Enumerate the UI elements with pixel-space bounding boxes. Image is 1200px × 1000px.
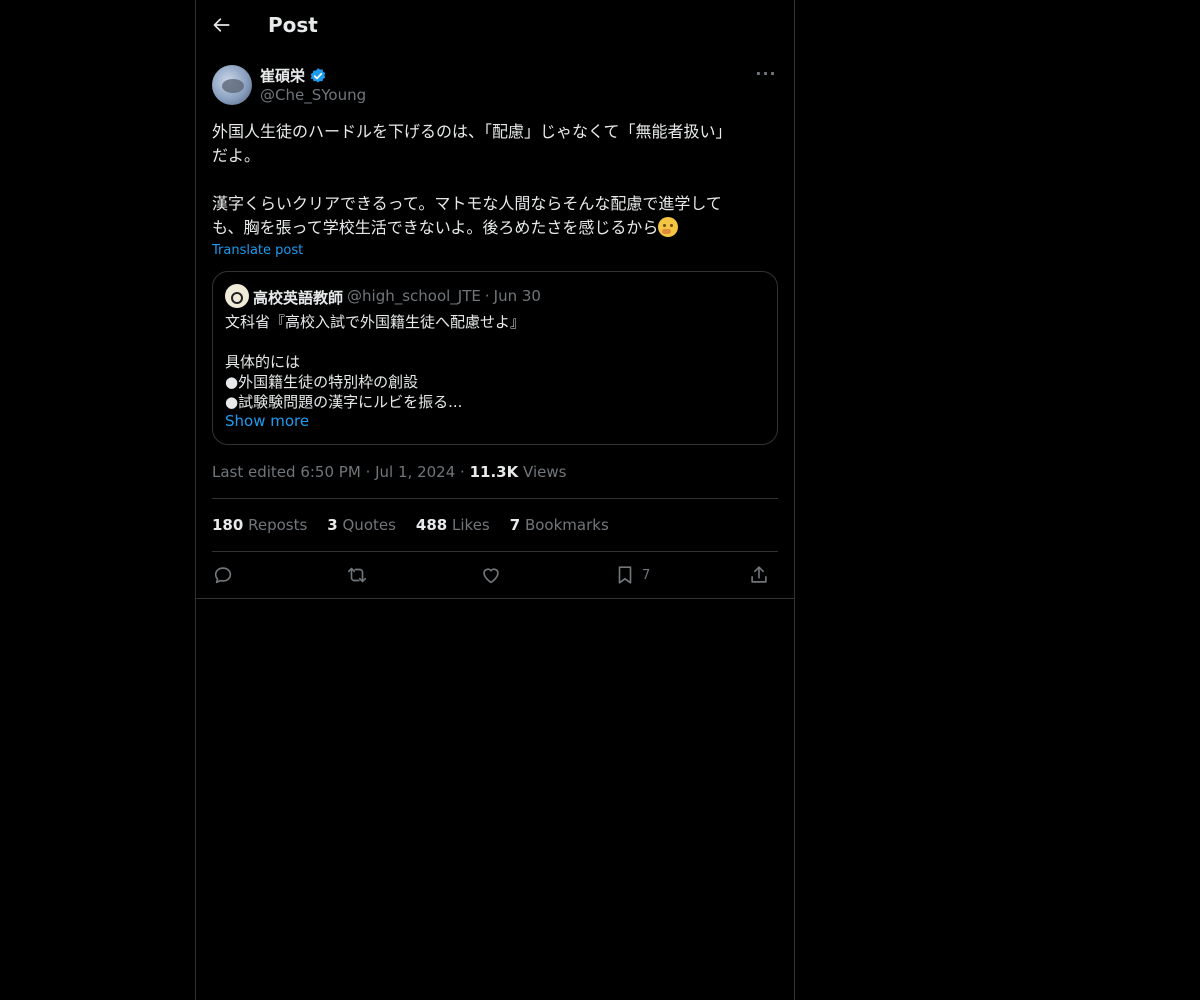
meta-separator: · <box>460 463 465 481</box>
quotes-count: 3 <box>327 516 338 534</box>
views-label: Views <box>523 463 567 481</box>
quote-text: 文科省『高校入試で外国籍生徒へ配慮せよ』 具体的には ●外国籍生徒の特別枠の創設… <box>225 313 526 411</box>
likes-label: Likes <box>452 516 490 534</box>
bookmarks-label: Bookmarks <box>524 516 609 534</box>
bookmarks-stat[interactable]: 7 Bookmarks <box>510 516 609 534</box>
engagement-stats: 180 Reposts 3 Quotes 488 Likes 7 Bookmar… <box>212 516 609 534</box>
post-meta: Last edited 6:50 PM · Jul 1, 2024 · 11.3… <box>212 463 566 481</box>
author-name-row[interactable]: 崔碩栄 <box>260 65 327 86</box>
reply-icon <box>214 567 232 584</box>
post-column: Post 崔碩栄 @Che_SYoung ··· 外国人生徒のハードルを下げるの… <box>195 0 795 1000</box>
translate-post-link[interactable]: Translate post <box>212 243 303 258</box>
meta-separator: · <box>365 463 371 481</box>
author-name[interactable]: 崔碩栄 <box>260 65 305 86</box>
post-text-body: 外国人生徒のハードルを下げるのは、「配慮」じゃなくて「無能者扱い」 だよ。 漢字… <box>212 122 732 237</box>
bookmarks-count: 7 <box>509 516 521 534</box>
quote-author-handle: @high_school_JTE <box>347 287 481 305</box>
quotes-label: Quotes <box>342 516 396 534</box>
reposts-stat[interactable]: 180 Reposts <box>212 516 307 534</box>
author-handle[interactable]: @Che_SYoung <box>260 86 366 104</box>
quoted-post[interactable]: 高校英語教師 @high_school_JTE · Jun 30 文科省『高校入… <box>212 271 778 445</box>
repost-button[interactable] <box>346 562 368 588</box>
quote-author-name: 高校英語教師 <box>253 289 344 307</box>
reposts-count: 180 <box>212 516 244 534</box>
action-bar: 7 <box>212 562 778 590</box>
share-icon <box>751 566 767 583</box>
bookmark-count: 7 <box>642 567 651 583</box>
quote-date: Jun 30 <box>493 287 541 305</box>
top-bar: Post <box>196 0 794 54</box>
divider <box>196 598 794 599</box>
more-options-icon[interactable]: ··· <box>754 66 778 87</box>
post-author: 崔碩栄 @Che_SYoung ··· <box>212 65 778 107</box>
verified-badge-icon <box>310 67 326 83</box>
divider <box>212 551 778 552</box>
reply-button[interactable] <box>212 562 234 588</box>
repost-icon <box>347 567 367 583</box>
show-more-link[interactable]: Show more <box>225 412 309 430</box>
likes-stat[interactable]: 488 Likes <box>416 516 490 534</box>
edited-time[interactable]: Last edited 6:50 PM <box>212 463 361 481</box>
back-button[interactable] <box>212 15 236 39</box>
bookmark-button[interactable]: 7 <box>614 562 650 588</box>
like-button[interactable] <box>480 562 502 588</box>
quote-header: 高校英語教師 @high_school_JTE · Jun 30 <box>253 287 541 308</box>
post-text: 外国人生徒のハードルを下げるのは、「配慮」じゃなくて「無能者扱い」 だよ。 漢字… <box>212 120 778 240</box>
quotes-stat[interactable]: 3 Quotes <box>327 516 396 534</box>
reposts-label: Reposts <box>248 516 308 534</box>
page-title: Post <box>268 13 318 37</box>
bookmark-icon <box>618 566 632 584</box>
divider <box>212 498 778 499</box>
arrow-left-icon <box>213 18 230 32</box>
share-button[interactable] <box>748 562 770 588</box>
avatar[interactable] <box>212 65 252 105</box>
views-count: 11.3K <box>469 463 519 481</box>
thinking-face-icon <box>658 217 679 237</box>
quote-separator: · <box>484 287 490 305</box>
post-date[interactable]: Jul 1, 2024 <box>375 463 455 481</box>
likes-count: 488 <box>415 516 448 534</box>
heart-icon <box>483 568 499 584</box>
quote-avatar <box>225 284 249 308</box>
